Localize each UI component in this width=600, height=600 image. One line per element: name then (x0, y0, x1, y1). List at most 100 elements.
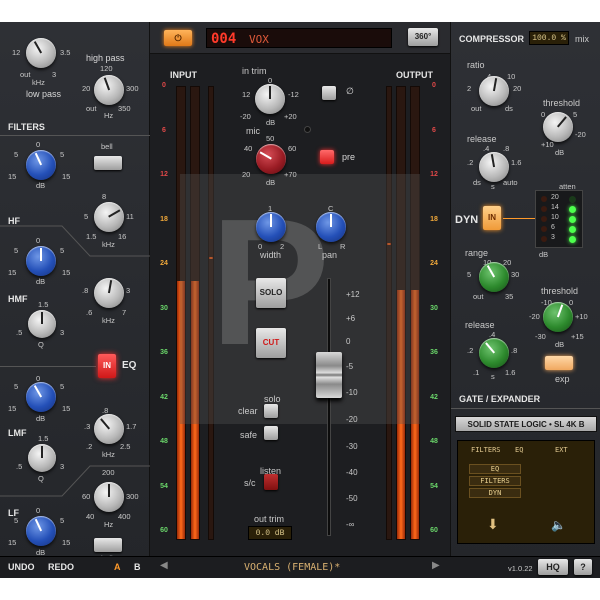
unit-label: dB (36, 414, 46, 423)
tick-label: +70 (284, 170, 297, 179)
lmf-gain-knob[interactable] (26, 382, 56, 412)
tick-label: .2 (467, 158, 474, 167)
tick-label: 15 (8, 172, 17, 181)
comp-threshold-knob[interactable] (543, 112, 573, 142)
unit-label: s (491, 182, 495, 191)
meter-scale-label: 12 (160, 171, 168, 178)
lf-freq-knob[interactable] (94, 482, 124, 512)
atten-led-off (541, 206, 547, 212)
tick-label: 0 (569, 298, 574, 307)
help-button[interactable]: ? (574, 559, 592, 575)
unit-label: dB (36, 277, 46, 286)
cut-button[interactable]: CUT (256, 328, 286, 358)
tick-label: auto (503, 178, 518, 187)
gate-threshold-knob[interactable] (543, 302, 573, 332)
routing-item[interactable]: FILTERS (469, 476, 521, 486)
fader-scale-label: +12 (346, 290, 360, 299)
mic-label: mic (246, 126, 260, 136)
preset-name-display[interactable]: VOCALS (FEMALE)* (244, 562, 340, 573)
preset-name: VOX (249, 33, 269, 46)
tick-label: +15 (571, 332, 584, 341)
routing-tab[interactable]: EQ (515, 446, 523, 454)
undo-button[interactable]: UNDO (8, 562, 35, 572)
low-pass-knob[interactable] (26, 38, 56, 68)
tick-label: ds (473, 178, 481, 187)
tick-label: 15 (62, 538, 71, 547)
eq-in-button[interactable]: IN (98, 354, 116, 378)
unit-label: kHz (32, 78, 45, 87)
solo-button[interactable]: SOLO (256, 278, 286, 308)
tick-label: 7 (122, 308, 127, 317)
meter-scale-label: 48 (160, 438, 168, 445)
atten-led (569, 206, 576, 213)
gate-release-knob[interactable] (479, 338, 509, 368)
high-pass-knob[interactable] (94, 75, 124, 105)
unit-label: Hz (104, 520, 114, 529)
gate-range-knob[interactable] (479, 262, 509, 292)
tick-label: 5 (60, 516, 65, 525)
meter-scale-label: 24 (430, 260, 438, 267)
dyn-label: DYN (455, 214, 479, 226)
hmf-gain-knob[interactable] (26, 246, 56, 276)
tick-label: .5 (16, 328, 23, 337)
atten-led-off (541, 216, 547, 222)
view-360-button[interactable]: 360° (408, 28, 438, 46)
gate-threshold-label: threshold (541, 286, 579, 296)
tick-label: 15 (62, 172, 71, 181)
mix-value[interactable]: 100.0 % (529, 31, 569, 45)
meter-scale-label: 30 (430, 304, 438, 312)
dyn-connector-line (503, 218, 535, 219)
fader-scale-label: -5 (346, 362, 354, 371)
dyn-in-button[interactable]: IN (483, 206, 501, 230)
hf-bell-button[interactable] (94, 156, 122, 170)
power-button[interactable]: ⏻ (164, 30, 192, 46)
mic-gain-knob[interactable] (256, 144, 286, 174)
pre-button[interactable] (320, 150, 334, 164)
in-trim-knob[interactable] (255, 84, 285, 114)
routing-item[interactable]: DYN (469, 488, 521, 498)
tick-label: 5 (14, 382, 19, 391)
redo-button[interactable]: REDO (48, 562, 74, 572)
lf-gain-knob[interactable] (26, 516, 56, 546)
phase-button[interactable] (322, 86, 336, 100)
sidechain-listen-button[interactable] (264, 474, 278, 490)
tick-label: 10 (507, 72, 516, 81)
solo-clear-button[interactable] (264, 404, 278, 418)
pan-knob[interactable] (316, 212, 346, 242)
tick-label: 8 (102, 192, 107, 201)
comp-threshold-label: threshold (543, 98, 581, 108)
hq-button[interactable]: HQ (538, 559, 568, 575)
meter-scale-label: 48 (430, 438, 438, 445)
solo-safe-button[interactable] (264, 426, 278, 440)
out-trim-value[interactable]: 0.0 dB (248, 526, 292, 540)
hmf-freq-knob[interactable] (94, 278, 124, 308)
tick-label: Q (38, 340, 44, 349)
lmf-freq-knob[interactable] (94, 414, 124, 444)
preset-display[interactable]: 004 VOX (206, 28, 392, 48)
sidechain-label: s/c (244, 478, 256, 488)
tick-label: 2 (467, 84, 472, 93)
tick-label: .8 (82, 286, 89, 295)
routing-item[interactable]: EQ (469, 464, 521, 474)
width-knob[interactable] (256, 212, 286, 242)
routing-tab[interactable]: FILTERS (471, 446, 501, 454)
fader-scale-label: 0 (346, 337, 351, 346)
prev-preset-icon[interactable]: ◀ (160, 560, 168, 571)
tick-label: 1.6 (505, 368, 516, 377)
hmf-q-knob[interactable] (28, 310, 56, 338)
tick-label: 60 (82, 492, 91, 501)
preset-a-button[interactable]: A (114, 562, 121, 572)
hf-gain-knob[interactable] (26, 150, 56, 180)
tick-label: 5 (14, 246, 19, 255)
exp-button[interactable] (545, 356, 573, 370)
unit-label: s (491, 372, 495, 381)
next-preset-icon[interactable]: ▶ (432, 560, 440, 571)
dynamics-panel: COMPRESSOR 100.0 % mix ratio 4 10 2 20 o… (450, 22, 600, 578)
fader-cap[interactable] (316, 352, 342, 398)
routing-tab[interactable]: EXT (555, 446, 568, 454)
lf-bell-button[interactable] (94, 538, 122, 552)
meter-scale-label: 36 (430, 349, 438, 356)
ratio-knob[interactable] (479, 76, 509, 106)
preset-b-button[interactable]: B (134, 562, 141, 572)
down-arrow-icon: ⬇ (487, 516, 499, 532)
